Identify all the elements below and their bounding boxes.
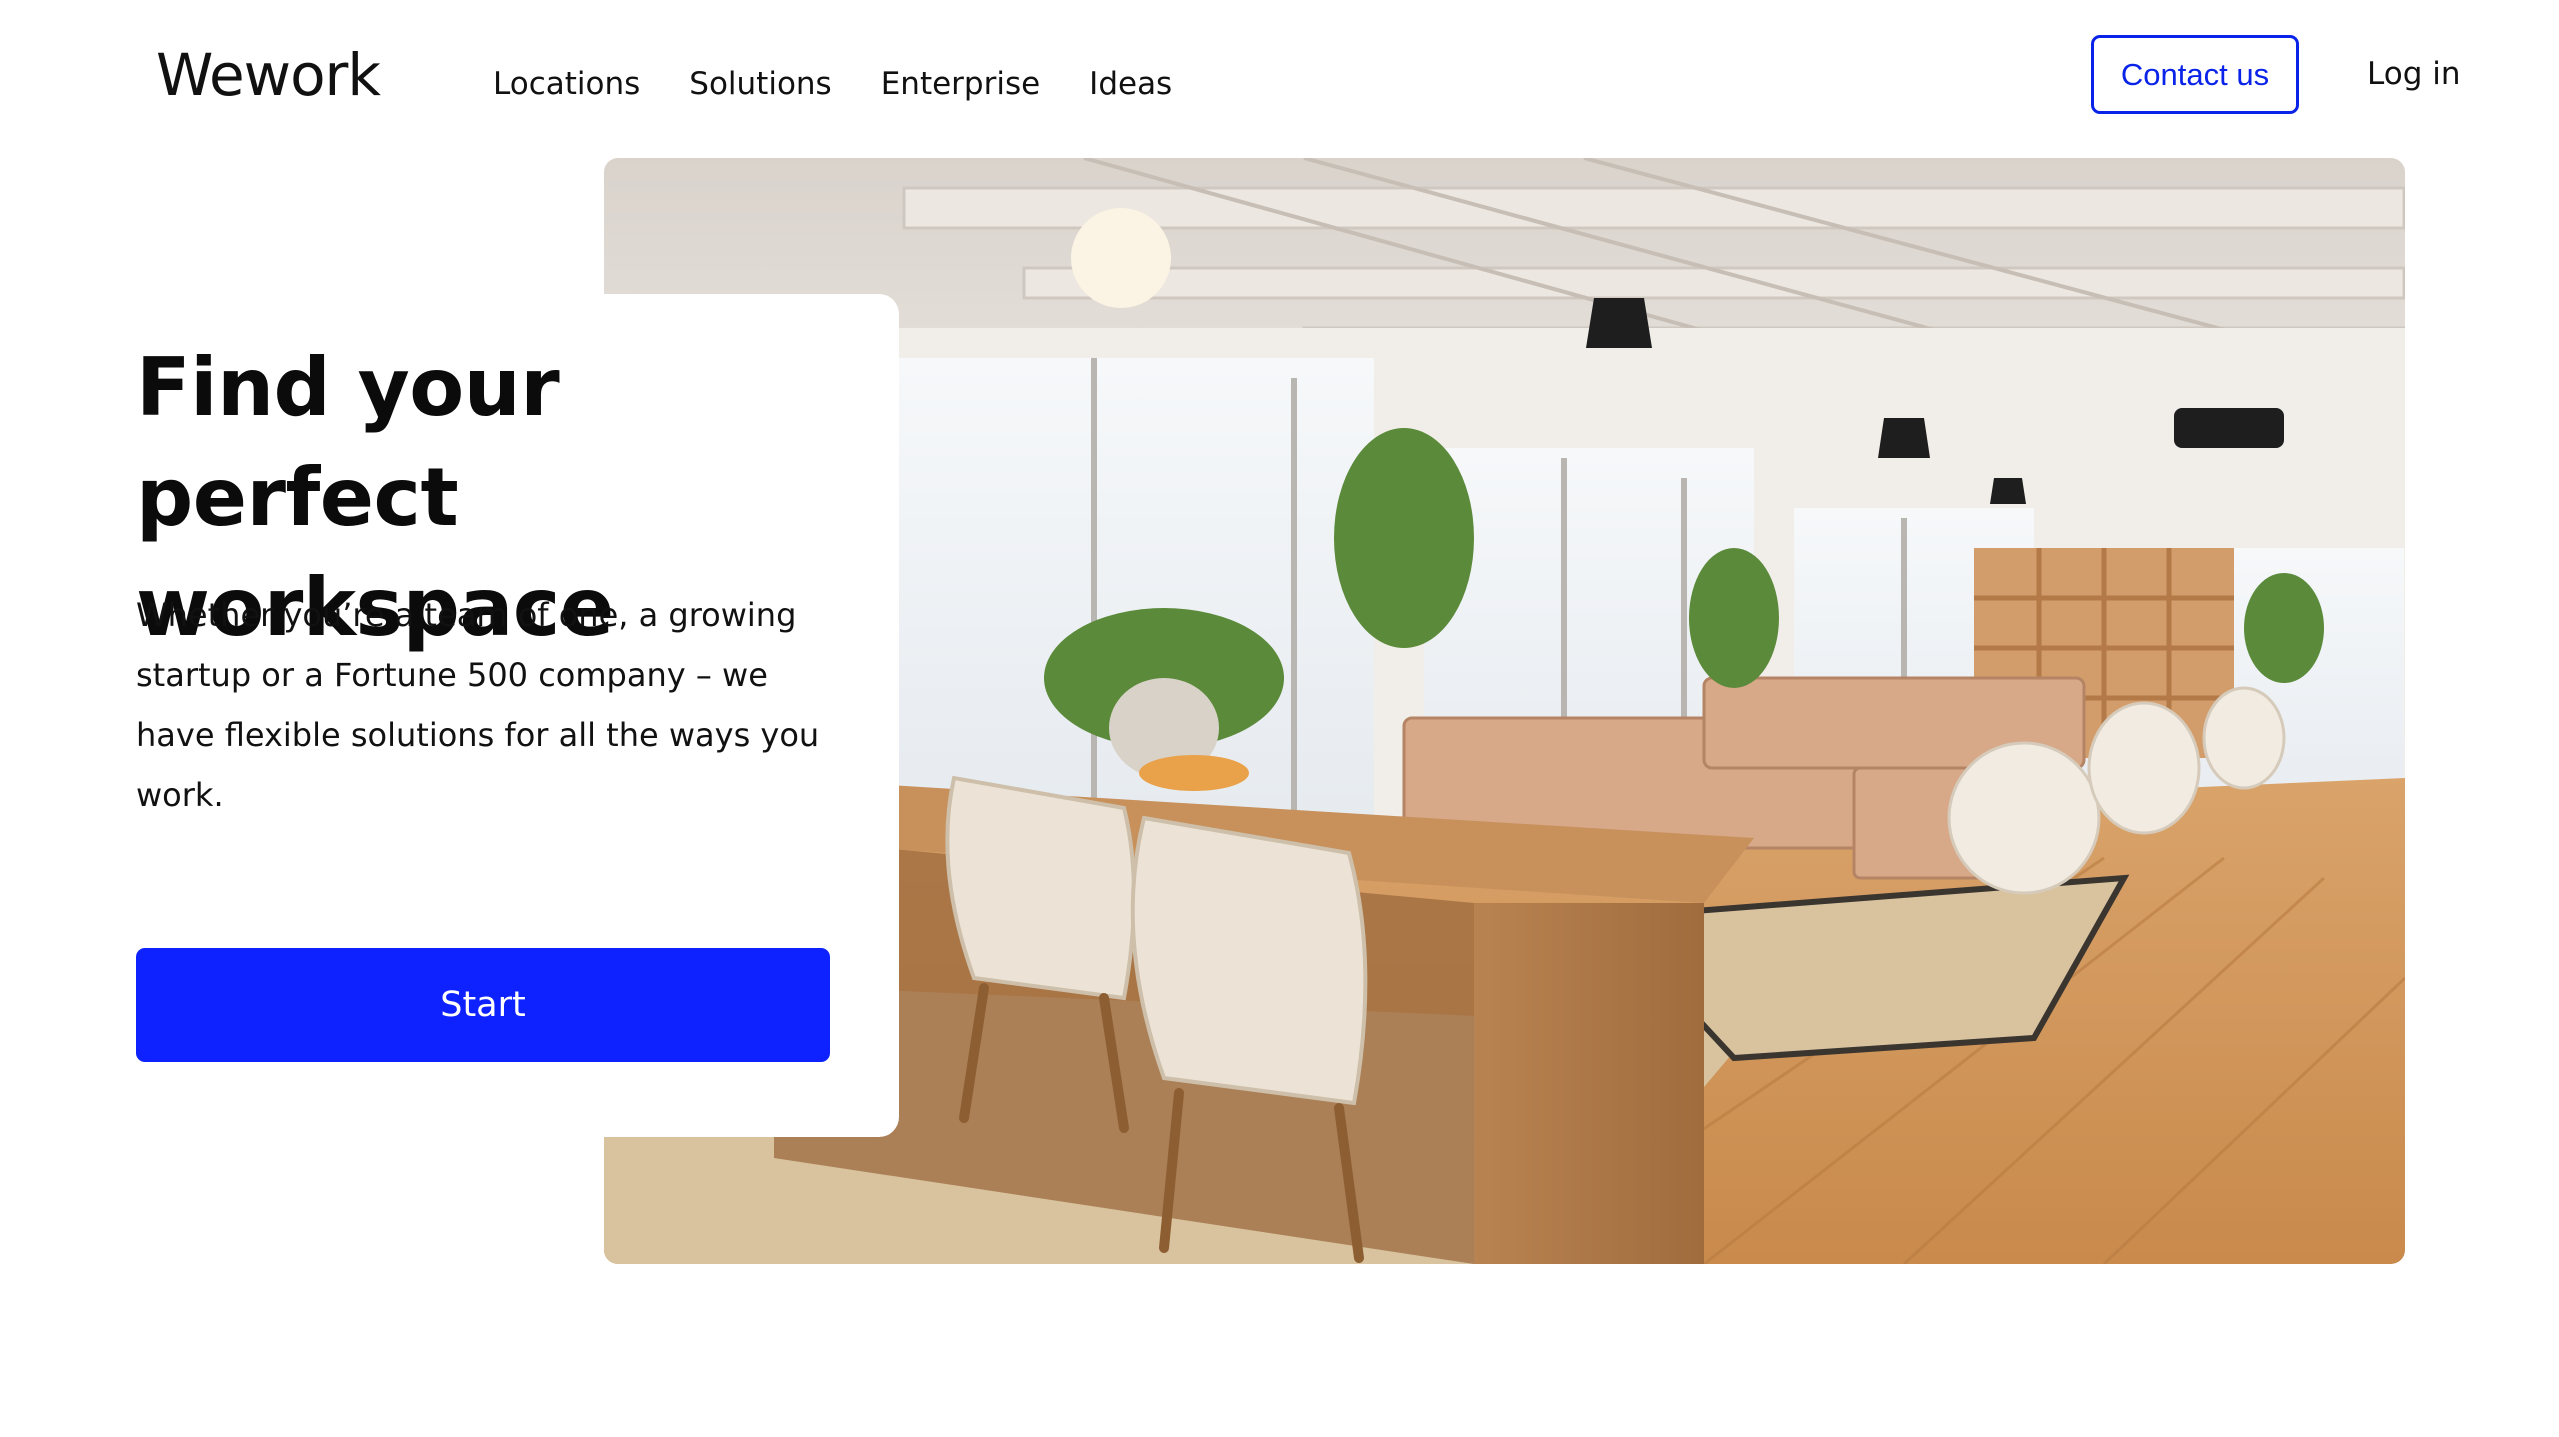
main-nav: Locations Solutions Enterprise Ideas <box>493 60 1221 108</box>
nav-enterprise[interactable]: Enterprise <box>881 60 1040 108</box>
nav-locations[interactable]: Locations <box>493 60 640 108</box>
login-link[interactable]: Log in <box>2367 48 2460 100</box>
nav-solutions[interactable]: Solutions <box>689 60 831 108</box>
hero-description: Whether you’re a team of one, a growing … <box>136 596 820 814</box>
nav-ideas[interactable]: Ideas <box>1089 60 1172 108</box>
contact-us-button[interactable]: Contact us <box>2091 35 2299 114</box>
site-logo[interactable]: Wework <box>156 40 381 110</box>
start-button[interactable]: Start <box>136 948 830 1062</box>
